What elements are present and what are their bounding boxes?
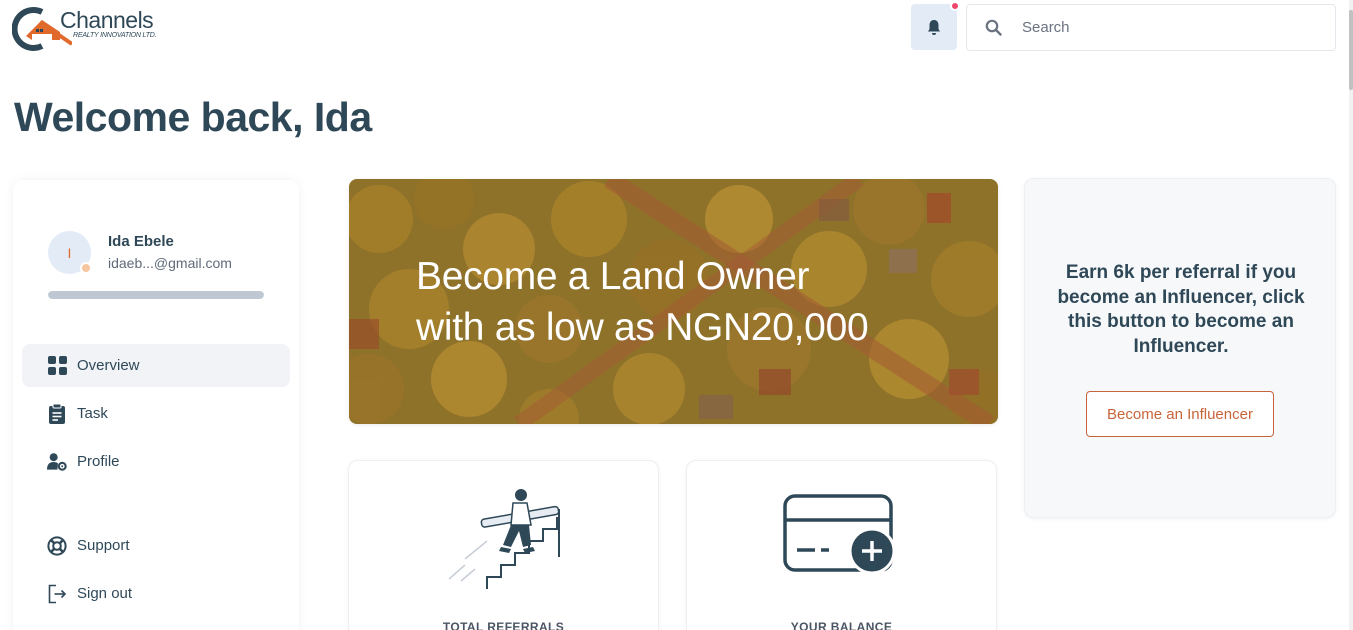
status-dot	[80, 262, 92, 274]
influencer-card: Earn 6k per referral if you become an In…	[1024, 178, 1336, 518]
clipboard-icon	[47, 403, 67, 424]
user-gear-icon	[47, 452, 67, 472]
sidebar-item-label: Sign out	[77, 585, 133, 602]
sidebar-item-profile[interactable]: Profile	[22, 440, 290, 483]
scrollbar-thumb[interactable]	[1349, 10, 1353, 90]
notification-badge	[950, 1, 960, 11]
bell-icon	[928, 19, 940, 35]
brand-name: Channels	[60, 7, 154, 33]
profile-progress-fill	[48, 291, 264, 299]
grid-icon	[47, 356, 67, 376]
sidebar-item-label: Task	[77, 405, 108, 422]
sidebar-item-task[interactable]: Task	[22, 392, 290, 435]
notifications-button[interactable]	[911, 1, 960, 50]
search-icon	[985, 19, 1002, 36]
sidebar-item-sign-out[interactable]: Sign out	[22, 572, 290, 615]
sidebar-item-support[interactable]: Support	[22, 524, 290, 567]
profile-progress-bar	[48, 291, 264, 299]
stairs-climber-illustration	[448, 489, 560, 589]
total-referrals-card[interactable]: TOTAL REFERRALS	[348, 460, 659, 630]
search-bar[interactable]	[966, 4, 1336, 51]
user-email: idaeb...@gmail.com	[108, 255, 232, 271]
promo-banner[interactable]: Become a Land Owner with as low as NGN20…	[349, 179, 998, 424]
search-input[interactable]	[1022, 19, 1322, 36]
card-add-icon	[783, 494, 896, 575]
banner-line-2: with as low as NGN20,000	[416, 306, 869, 349]
lifebuoy-icon	[47, 535, 67, 556]
scrollbar-track[interactable]	[1349, 0, 1353, 630]
page-title: Welcome back, Ida	[14, 94, 372, 140]
banner-headline: Become a Land Owner with as low as NGN20…	[416, 251, 869, 353]
avatar-initial: I	[67, 244, 72, 261]
sidebar-item-overview[interactable]: Overview	[22, 344, 290, 387]
user-name: Ida Ebele	[108, 233, 174, 250]
sidebar-item-label: Overview	[77, 357, 140, 374]
become-influencer-button[interactable]: Become an Influencer	[1086, 391, 1274, 437]
brand-tagline: REALTY INNOVATION LTD.	[73, 32, 157, 39]
banner-line-1: Become a Land Owner	[416, 255, 810, 298]
brand-logo[interactable]: Channels REALTY INNOVATION LTD.	[12, 4, 182, 52]
your-balance-card[interactable]: YOUR BALANCE	[686, 460, 997, 630]
sidebar: I Ida Ebele idaeb...@gmail.com Overview	[13, 180, 299, 630]
stat-label: TOTAL REFERRALS	[442, 620, 565, 630]
sign-out-icon	[47, 584, 67, 604]
sidebar-item-label: Support	[77, 537, 130, 554]
sidebar-item-label: Profile	[77, 453, 120, 470]
stat-label: YOUR BALANCE	[790, 620, 893, 630]
avatar[interactable]: I	[48, 231, 92, 274]
influencer-message: Earn 6k per referral if you become an In…	[1057, 262, 1305, 357]
